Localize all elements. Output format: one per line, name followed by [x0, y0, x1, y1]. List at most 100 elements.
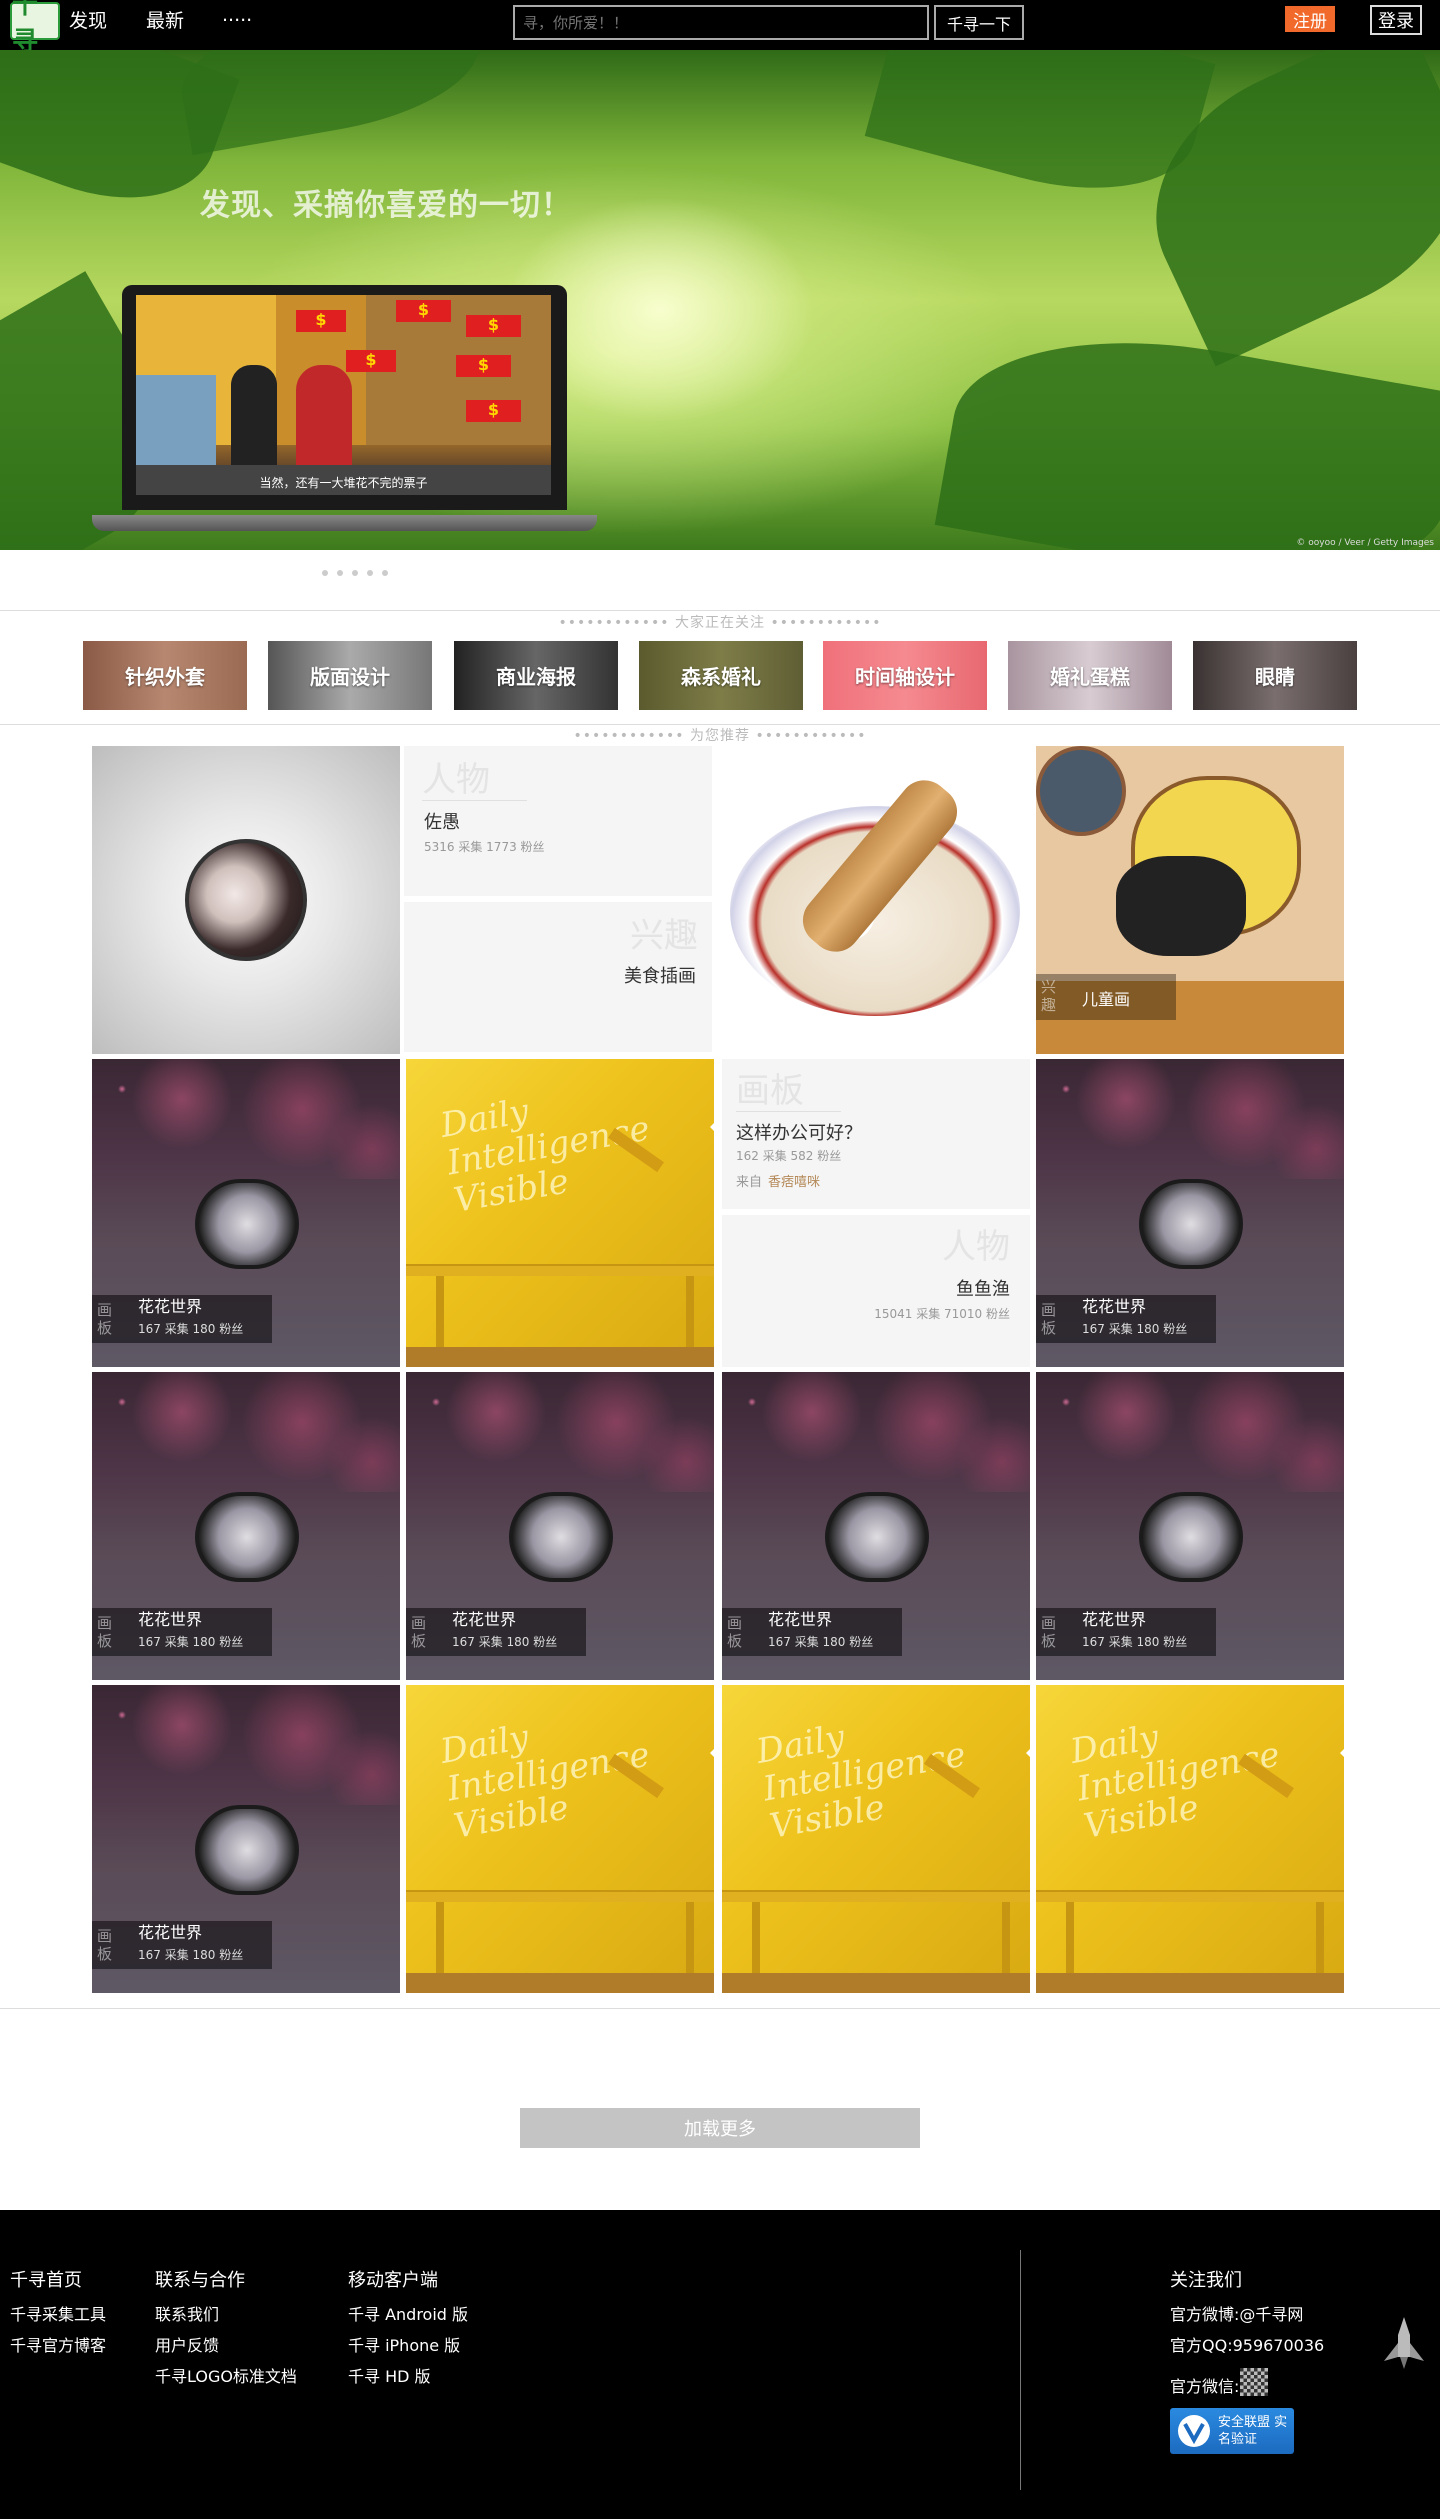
blossom-card[interactable]: 画板 花花世界 167 采集 180 粉丝 — [1036, 1372, 1344, 1680]
trending-label: •••••••••••• 大家正在关注 •••••••••••• — [558, 615, 882, 631]
board-stats: 167 采集 180 粉丝 — [452, 1635, 558, 1649]
board-name[interactable]: 花花世界 — [452, 1606, 516, 1630]
security-badge[interactable]: 安全联盟 实名验证 — [1170, 2408, 1294, 2454]
board-title[interactable]: 这样办公可好？ — [736, 1119, 862, 1145]
slide-caption: 当然，还有一大堆花不完的票子 — [259, 476, 428, 490]
board-side-label: 画板 — [411, 1614, 427, 1650]
login-button[interactable]: 登录 — [1370, 5, 1422, 35]
board-stats: 167 采集 180 粉丝 — [138, 1948, 244, 1962]
rocket-icon — [1384, 2317, 1424, 2369]
office-photo-card[interactable]: Daily Intelligence Visible — [406, 1059, 714, 1367]
office-photo-card[interactable]: Daily Intelligence Visible — [722, 1685, 1030, 1993]
footer-mobile-heading: 移动客户端 — [348, 2270, 438, 2291]
footer-link-iphone[interactable]: 千寻 iPhone 版 — [348, 2332, 460, 2356]
board-name[interactable]: 花花世界 — [768, 1606, 832, 1630]
nav-latest[interactable]: 最新 — [146, 6, 184, 33]
board-card[interactable]: 画板 这样办公可好？ 162 采集 582 粉丝 来自 香痞嘻咪 人物 鱼鱼渔 … — [722, 1059, 1030, 1367]
slide-indicator[interactable] — [300, 563, 400, 582]
register-button[interactable]: 注册 — [1285, 6, 1335, 32]
board-stats: 167 采集 180 粉丝 — [1082, 1635, 1188, 1649]
board-name[interactable]: 花花世界 — [1082, 1606, 1146, 1630]
banner-title: 发现、采摘你喜爱的一切！ — [200, 188, 572, 223]
board-stats: 162 采集 582 粉丝 — [736, 1149, 842, 1163]
kids-side-label: 兴趣 — [1041, 978, 1057, 1014]
footer-link-collect-tool[interactable]: 千寻采集工具 — [10, 2301, 106, 2325]
footer-link-hd[interactable]: 千寻 HD 版 — [348, 2363, 431, 2387]
footer-weibo[interactable]: 官方微博:@千寻网 — [1170, 2301, 1303, 2325]
nav-discover[interactable]: 发现 — [69, 6, 107, 33]
leaf-decoration — [171, 50, 489, 156]
person-name[interactable]: 佐愚 — [424, 808, 460, 834]
cat-illustration — [1116, 856, 1246, 956]
search-input[interactable] — [513, 5, 929, 40]
person-label-2: 人物 — [942, 1227, 1010, 1267]
interest-info[interactable]: 兴趣 美食插画 — [404, 902, 712, 1052]
food-illustration-card[interactable] — [720, 746, 1028, 1054]
footer-home-link[interactable]: 千寻首页 — [10, 2266, 82, 2292]
board-stats: 167 采集 180 粉丝 — [138, 1322, 244, 1336]
board-side-label: 画板 — [1041, 1614, 1057, 1650]
back-to-top-button[interactable] — [1378, 2313, 1430, 2373]
wechat-qr-icon[interactable] — [1240, 2368, 1268, 2396]
footer-link-blog[interactable]: 千寻官方博客 — [10, 2332, 106, 2356]
footer-link-logo-doc[interactable]: 千寻LOGO标准文档 — [155, 2363, 297, 2387]
board-stats: 167 采集 180 粉丝 — [768, 1635, 874, 1649]
board-info[interactable]: 画板 这样办公可好？ 162 采集 582 粉丝 来自 香痞嘻咪 — [722, 1059, 1030, 1209]
blossom-card[interactable]: 画板 花花世界 167 采集 180 粉丝 — [406, 1372, 714, 1680]
board-side-label: 画板 — [97, 1301, 113, 1337]
tag-timeline-design[interactable]: 时间轴设计 — [823, 641, 987, 710]
blossom-card[interactable]: 画板 花花世界 167 采集 180 粉丝 — [92, 1685, 400, 1993]
person-info-2[interactable]: 人物 鱼鱼渔 15041 采集 71010 粉丝 — [722, 1215, 1030, 1367]
board-side-label: 画板 — [97, 1614, 113, 1650]
avatar-card[interactable] — [92, 746, 400, 1054]
tag-knit-coat[interactable]: 针织外套 — [83, 641, 247, 710]
board-side-label: 画板 — [97, 1927, 113, 1963]
nav-more[interactable]: ..... — [222, 4, 252, 26]
board-name[interactable]: 花花世界 — [138, 1606, 202, 1630]
laptop-base — [92, 515, 597, 531]
tag-commercial-poster[interactable]: 商业海报 — [454, 641, 618, 710]
kids-card-label[interactable]: 儿童画 — [1082, 986, 1130, 1010]
interest-label: 兴趣 — [630, 916, 698, 956]
board-name[interactable]: 花花世界 — [1082, 1293, 1146, 1317]
site-logo[interactable]: 千寻 — [10, 0, 60, 57]
load-more-button[interactable]: 加载更多 — [520, 2108, 920, 2148]
security-badge-text: 安全联盟 实名验证 — [1218, 2415, 1288, 2447]
search-button[interactable]: 千寻一下 — [934, 5, 1024, 40]
footer: 千寻首页 千寻采集工具 千寻官方博客 联系与合作 联系我们 用户反馈 千寻LOG… — [0, 2210, 1440, 2519]
person-info[interactable]: 人物 佐愚 5316 采集 1773 粉丝 — [404, 746, 712, 896]
tag-wedding-cake[interactable]: 婚礼蛋糕 — [1008, 641, 1172, 710]
tag-forest-wedding[interactable]: 森系婚礼 — [639, 641, 803, 710]
blossom-card[interactable]: 画板 花花世界 167 采集 180 粉丝 — [92, 1372, 400, 1680]
person-name-2[interactable]: 鱼鱼渔 — [956, 1275, 1010, 1301]
slide-image: $ $ $ $ $ $ 当然，还有一大堆花不完的票子 — [136, 295, 551, 495]
board-owner-link[interactable]: 香痞嘻咪 — [768, 1171, 820, 1190]
kids-drawing-card[interactable]: 兴趣 儿童画 — [1036, 746, 1344, 1054]
top-bar: 千寻 发现 最新 ..... 千寻一下 注册 登录 — [0, 0, 1440, 57]
board-name[interactable]: 花花世界 — [138, 1293, 202, 1317]
footer-link-android[interactable]: 千寻 Android 版 — [348, 2301, 468, 2325]
tag-layout-design[interactable]: 版面设计 — [268, 641, 432, 710]
image-credit: © ooyoo / Veer / Getty Images — [1296, 538, 1434, 548]
board-side-label: 画板 — [1041, 1301, 1057, 1337]
leaf-decoration — [934, 308, 1440, 550]
office-photo-card[interactable]: Daily Intelligence Visible — [1036, 1685, 1344, 1993]
clock-illustration — [1036, 746, 1126, 836]
blossom-card[interactable]: 画板 花花世界 167 采集 180 粉丝 — [92, 1059, 400, 1367]
blossom-card[interactable]: 画板 花花世界 167 采集 180 粉丝 — [1036, 1059, 1344, 1367]
interest-name[interactable]: 美食插画 — [624, 962, 696, 988]
avatar[interactable] — [185, 839, 307, 961]
person-card[interactable]: 人物 佐愚 5316 采集 1773 粉丝 兴趣 美食插画 — [404, 746, 712, 1054]
footer-link-contact[interactable]: 联系我们 — [155, 2301, 219, 2325]
board-stats: 167 采集 180 粉丝 — [138, 1635, 244, 1649]
footer-link-feedback[interactable]: 用户反馈 — [155, 2332, 219, 2356]
recommend-label: •••••••••••• 为您推荐 •••••••••••• — [573, 728, 867, 744]
tag-eyes[interactable]: 眼睛 — [1193, 641, 1357, 710]
office-photo-card[interactable]: Daily Intelligence Visible — [406, 1685, 714, 1993]
person-label: 人物 — [422, 760, 490, 800]
board-name[interactable]: 花花世界 — [138, 1919, 202, 1943]
board-from-prefix: 来自 — [736, 1175, 763, 1190]
blossom-card[interactable]: 画板 花花世界 167 采集 180 粉丝 — [722, 1372, 1030, 1680]
laptop-slideshow[interactable]: $ $ $ $ $ $ 当然，还有一大堆花不完的票子 — [122, 285, 567, 510]
person-stats-2: 15041 采集 71010 粉丝 — [874, 1307, 1010, 1321]
